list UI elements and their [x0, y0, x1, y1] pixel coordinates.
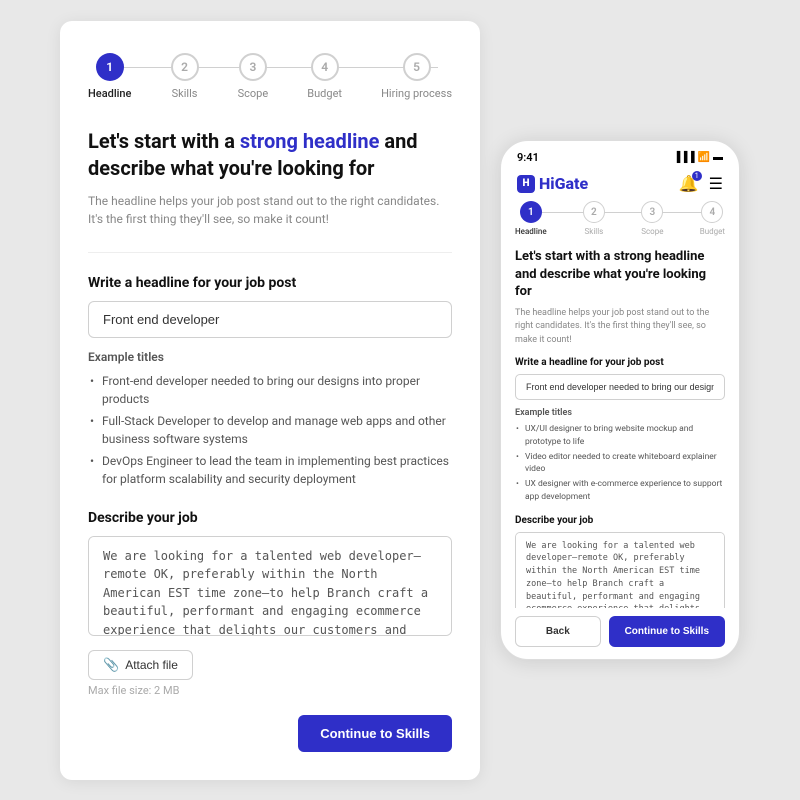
step-3-circle: 3	[239, 53, 267, 81]
mobile-headline-input[interactable]	[515, 374, 725, 400]
step-1-label: Headline	[88, 87, 131, 100]
mobile-step-1-label: Headline	[515, 227, 547, 236]
step-4-circle: 4	[311, 53, 339, 81]
list-item: DevOps Engineer to lead the team in impl…	[88, 450, 452, 490]
headline-input[interactable]	[88, 301, 452, 338]
mobile-describe-label: Describe your job	[515, 515, 725, 526]
list-item: UX designer with e-commerce experience t…	[515, 477, 725, 505]
page-subtitle: The headline helps your job post stand o…	[88, 192, 452, 228]
logo-text: HiGate	[539, 174, 588, 193]
mobile-back-button[interactable]: Back	[515, 616, 601, 647]
wifi-icon: 📶	[698, 152, 710, 163]
mobile-step-3-label: Scope	[641, 227, 663, 236]
status-time: 9:41	[517, 151, 539, 164]
headline-highlight: strong headline	[240, 129, 380, 153]
mobile-headline: Let's start with a strong headline and d…	[515, 248, 725, 301]
step-2-label: Skills	[172, 87, 198, 100]
step-2[interactable]: 2 Skills	[171, 53, 199, 100]
step-5[interactable]: 5 Hiring process	[381, 53, 452, 100]
notification-badge: 1	[692, 171, 702, 181]
mobile-step-1[interactable]: 1 Headline	[515, 201, 547, 236]
battery-icon: ▬	[713, 152, 723, 163]
list-item: Video editor needed to create whiteboard…	[515, 450, 725, 478]
step-5-label: Hiring process	[381, 87, 452, 100]
notification-bell[interactable]: 🔔 1	[679, 174, 699, 193]
mobile-step-2-circle: 2	[583, 201, 605, 223]
mobile-describe-textarea[interactable]: We are looking for a talented web develo…	[515, 532, 725, 608]
mobile-step-4-circle: 4	[701, 201, 723, 223]
step-2-circle: 2	[171, 53, 199, 81]
mobile-steps: 1 Headline 2 Skills 3 Scope 4 Budget	[515, 201, 725, 236]
attach-label: Attach file	[125, 658, 178, 672]
mobile-write-label: Write a headline for your job post	[515, 357, 725, 368]
mobile-continue-button[interactable]: Continue to Skills	[609, 616, 725, 647]
attach-file-button[interactable]: 📎 Attach file	[88, 650, 193, 680]
step-4[interactable]: 4 Budget	[307, 53, 342, 100]
menu-icon[interactable]: ☰	[709, 174, 723, 193]
list-item: Front-end developer needed to bring our …	[88, 370, 452, 410]
mobile-step-1-circle: 1	[520, 201, 542, 223]
page-headline: Let's start with a strong headline and d…	[88, 128, 452, 182]
mobile-header: H HiGate 🔔 1 ☰	[501, 168, 739, 201]
logo-icon: H	[517, 175, 535, 193]
mobile-subtitle: The headline helps your job post stand o…	[515, 307, 725, 348]
example-titles-label: Example titles	[88, 350, 452, 364]
write-headline-label: Write a headline for your job post	[88, 275, 452, 291]
file-max-text: Max file size: 2 MB	[88, 684, 452, 697]
step-1-circle: 1	[96, 53, 124, 81]
mobile-step-3-circle: 3	[641, 201, 663, 223]
mobile-content: 1 Headline 2 Skills 3 Scope 4 Budget Let…	[501, 201, 739, 608]
describe-job-textarea[interactable]: We are looking for a talented web develo…	[88, 536, 452, 636]
paperclip-icon: 📎	[103, 657, 119, 673]
signal-icon: ▐▐▐	[673, 152, 694, 163]
mobile-panel: 9:41 ▐▐▐ 📶 ▬ H HiGate 🔔 1 ☰ 1 Headline	[500, 140, 740, 660]
example-list: Front-end developer needed to bring our …	[88, 370, 452, 490]
mobile-step-4[interactable]: 4 Budget	[700, 201, 725, 236]
mobile-footer: Back Continue to Skills	[501, 608, 739, 659]
mobile-example-label: Example titles	[515, 408, 725, 418]
step-3-label: Scope	[238, 87, 269, 100]
list-item: UX/UI designer to bring website mockup a…	[515, 422, 725, 450]
step-3[interactable]: 3 Scope	[238, 53, 269, 100]
status-bar: 9:41 ▐▐▐ 📶 ▬	[501, 141, 739, 168]
desktop-panel: 1 Headline 2 Skills 3 Scope 4 Budget 5 H…	[60, 21, 480, 780]
mobile-step-3[interactable]: 3 Scope	[641, 201, 663, 236]
mobile-step-4-label: Budget	[700, 227, 725, 236]
step-5-circle: 5	[403, 53, 431, 81]
mobile-example-list: UX/UI designer to bring website mockup a…	[515, 422, 725, 505]
headline-part1: Let's start with a	[88, 129, 240, 153]
step-1[interactable]: 1 Headline	[88, 53, 131, 100]
continue-button[interactable]: Continue to Skills	[298, 715, 452, 752]
mobile-logo: H HiGate	[517, 174, 588, 193]
steps-bar: 1 Headline 2 Skills 3 Scope 4 Budget 5 H…	[88, 53, 452, 100]
step-4-label: Budget	[307, 87, 342, 100]
mobile-step-2[interactable]: 2 Skills	[583, 201, 605, 236]
mobile-step-2-label: Skills	[585, 227, 604, 236]
divider	[88, 252, 452, 253]
describe-job-label: Describe your job	[88, 510, 452, 526]
list-item: Full-Stack Developer to develop and mana…	[88, 410, 452, 450]
status-icons: ▐▐▐ 📶 ▬	[673, 152, 723, 163]
header-icons: 🔔 1 ☰	[679, 174, 723, 193]
